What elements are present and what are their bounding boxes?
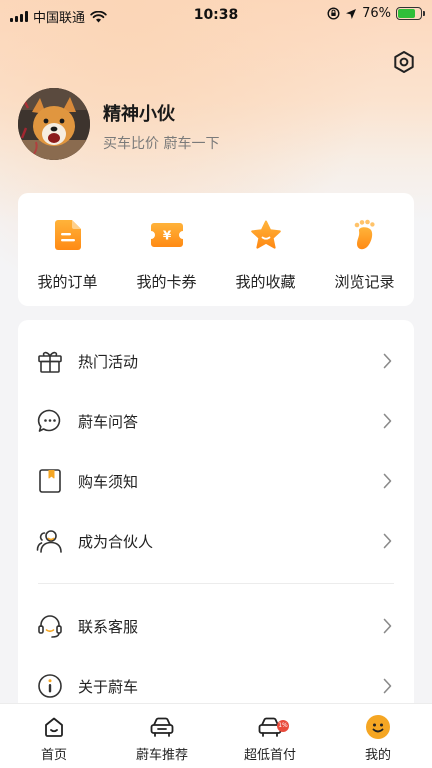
chevron-right-icon [383,413,392,429]
svg-text:¥: ¥ [162,229,171,243]
order-document-icon [54,218,81,252]
header-background [0,0,432,360]
menu-item-qa[interactable]: 蔚车问答 [18,393,414,449]
battery-percent: 76% [362,6,391,21]
headset-icon [36,612,64,640]
tab-low-down-payment[interactable]: 1% 超低首付 [216,704,324,768]
orientation-lock-icon [327,7,340,20]
tab-home[interactable]: 首页 [0,704,108,768]
profile-slogan: 买车比价 蔚车一下 [103,136,220,152]
tab-label-recommend: 蔚车推荐 [135,748,188,763]
chevron-right-icon [383,678,392,694]
notice-book-icon [36,467,64,495]
menu-divider [38,583,394,584]
menu-card: 热门活动 蔚车问答 购车须知 成为合伙人 联系客服 关于蔚车 [18,320,414,720]
info-icon [36,672,64,700]
battery-icon [396,7,425,20]
chevron-right-icon [383,473,392,489]
my-orders-button[interactable]: 我的订单 [18,193,117,306]
partner-people-icon [36,527,64,555]
settings-button[interactable] [390,48,418,76]
menu-item-hot-events[interactable]: 热门活动 [18,333,414,389]
menu-label-customer-service: 联系客服 [78,617,139,636]
smiley-face-icon [365,715,391,739]
menu-label-become-partner: 成为合伙人 [78,532,154,551]
menu-label-hot-events: 热门活动 [78,352,139,371]
my-coupons-button[interactable]: ¥ 我的卡券 [117,193,216,306]
my-favorites-label: 我的收藏 [235,273,296,291]
my-orders-label: 我的订单 [37,273,98,291]
chevron-right-icon [383,618,392,634]
tab-label-low-down-payment: 超低首付 [243,748,296,763]
home-icon [43,715,65,739]
avatar[interactable] [18,88,90,160]
coupon-ticket-icon: ¥ [150,218,183,252]
my-coupons-label: 我的卡券 [136,273,197,291]
discount-badge: 1% [277,720,289,732]
status-right: 76% [327,6,425,21]
settings-hexagon-icon [394,51,414,73]
battery-fill [398,9,415,18]
chat-bubble-icon [36,407,64,435]
status-bar: 中国联通 10:38 76% [0,0,432,32]
quick-actions-card: 我的订单 ¥ 我的卡券 我的收藏 浏览记录 [18,193,414,306]
tab-label-mine: 我的 [364,748,391,763]
menu-item-purchase-notes[interactable]: 购车须知 [18,453,414,509]
car-discount-icon: 1% [257,715,289,739]
car-icon [149,715,175,739]
bottom-tab-bar: 首页 蔚车推荐 1% 超低首付 我的 [0,703,432,768]
browse-history-button[interactable]: 浏览记录 [315,193,414,306]
gift-icon [36,347,64,375]
tab-mine[interactable]: 我的 [324,704,432,768]
menu-label-about: 关于蔚车 [78,677,139,696]
star-icon [250,218,282,252]
chevron-right-icon [383,533,392,549]
chevron-right-icon [383,353,392,369]
my-favorites-button[interactable]: 我的收藏 [216,193,315,306]
browse-history-label: 浏览记录 [334,273,395,291]
footprint-icon [352,218,378,252]
menu-label-qa: 蔚车问答 [78,412,139,431]
tab-label-home: 首页 [40,748,67,763]
menu-item-become-partner[interactable]: 成为合伙人 [18,513,414,569]
avatar-dog-image [18,88,90,160]
profile-name: 精神小伙 [103,104,175,125]
location-arrow-icon [346,8,357,19]
menu-label-purchase-notes: 购车须知 [78,472,139,491]
menu-item-customer-service[interactable]: 联系客服 [18,598,414,654]
tab-recommend[interactable]: 蔚车推荐 [108,704,216,768]
